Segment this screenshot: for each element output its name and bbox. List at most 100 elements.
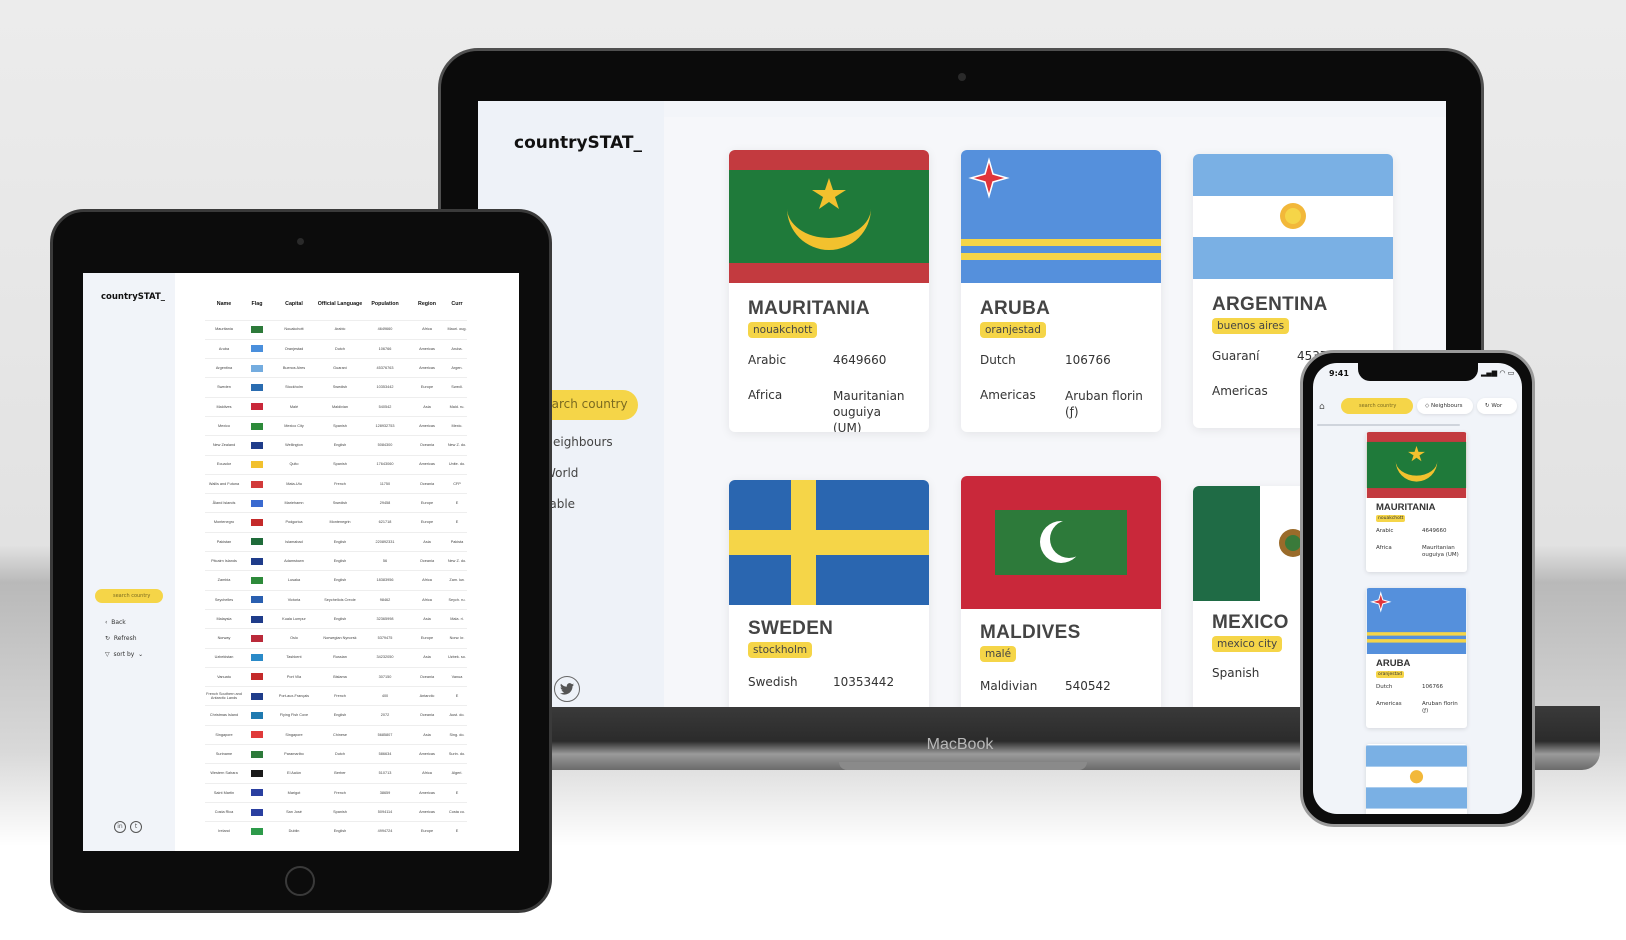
- table-row[interactable]: Costa Rica San José Spanish 5094114 Americas…: [205, 801, 467, 822]
- table-row[interactable]: Western Sahara El Aaiún Berber 510713 Africa…: [205, 763, 467, 784]
- table-row[interactable]: New Zealand Wellington English 5084300 Ocean…: [205, 435, 467, 456]
- table-row[interactable]: Pitcairn Islands Adamstown English 56 Oceani…: [205, 551, 467, 571]
- column-header[interactable]: Name: [205, 289, 243, 320]
- app-logo[interactable]: countrySTAT_: [101, 292, 165, 302]
- scroll-indicator: [1317, 424, 1460, 426]
- flag-icon: [251, 499, 263, 507]
- column-header[interactable]: Region: [407, 289, 447, 320]
- table-cell: Flying Fish Cove: [271, 705, 317, 726]
- search-input[interactable]: search country: [1341, 398, 1413, 414]
- language: Dutch: [980, 353, 1016, 367]
- table-row[interactable]: Ireland Dublin English 4994724 Europe E: [205, 821, 467, 842]
- table-cell: Maldivian: [317, 396, 363, 417]
- column-header[interactable]: Official Language: [317, 289, 363, 320]
- linkedin-icon[interactable]: in: [114, 821, 126, 833]
- table-row[interactable]: Suriname Paramaribo Dutch 586634 Americas Sur…: [205, 744, 467, 764]
- country-card-aruba[interactable]: ARUBA oranjestad Dutch 106766 Americas A…: [1366, 588, 1467, 728]
- column-header[interactable]: Population: [363, 289, 407, 320]
- language: Guaraní: [1212, 349, 1260, 363]
- language: Maldivian: [980, 679, 1038, 693]
- world-label: Wor: [1491, 403, 1503, 409]
- country-card-mauritania[interactable]: MAURITANIA nouakchott Arabic 4649660 Afr…: [1366, 432, 1467, 572]
- table-row[interactable]: Singapore Singapore Chinese 5685807 Asia Sing…: [205, 724, 467, 745]
- neighbours-button[interactable]: ◇ Neighbours: [1417, 398, 1473, 414]
- table-cell: English: [317, 531, 363, 552]
- flag-cell: [243, 686, 271, 706]
- country-card-sweden[interactable]: SWEDEN stockholm Swedish 10353442: [729, 480, 929, 707]
- table-row[interactable]: Argentina Buenos Aires Guaraní 45376763 Amer…: [205, 358, 467, 378]
- flag-icon: [251, 384, 263, 392]
- country-card-aruba[interactable]: ARUBA oranjestad Dutch 106766 Americas A…: [961, 150, 1161, 432]
- table-row[interactable]: Åland Islands Mariehamn Swedish 29458 Europe…: [205, 493, 467, 513]
- table-row[interactable]: Aruba Oranjestad Dutch 106766 Americas Aruba.: [205, 338, 467, 359]
- table-row[interactable]: Malaysia Kuala Lumpur English 32365998 Asia M…: [205, 608, 467, 629]
- table-cell: Americas: [407, 358, 447, 378]
- table-cell: 220892331: [363, 531, 407, 552]
- back-button[interactable]: ‹ Back: [105, 619, 126, 626]
- table-cell: English: [317, 608, 363, 629]
- search-input[interactable]: search country: [95, 589, 163, 603]
- table-cell: Port Vila: [271, 666, 317, 687]
- column-header[interactable]: Curr: [447, 289, 467, 320]
- capital-badge: stockholm: [748, 642, 813, 658]
- table-cell: Zambia: [205, 570, 243, 591]
- country-card-maldives[interactable]: MALDIVES malé Maldivian 540542: [961, 476, 1161, 707]
- table-cell: Asia: [407, 724, 447, 745]
- table-row[interactable]: Wallis and Futuna Mata-Utu French 11750 Ocea…: [205, 473, 467, 494]
- country-card-argentina[interactable]: [1366, 744, 1467, 814]
- sort-dropdown[interactable]: ▽ sort by ⌄: [105, 651, 143, 658]
- table-cell: 18383956: [363, 570, 407, 591]
- table-cell: Dublin: [271, 821, 317, 842]
- neighbours-label: Neighbours: [1430, 403, 1463, 409]
- laptop-camera: [958, 73, 966, 81]
- twitter-icon[interactable]: [554, 676, 580, 702]
- table-row[interactable]: Sweden Stockholm Swedish 10353442 Europe Swed…: [205, 377, 467, 398]
- table-cell: Africa: [407, 763, 447, 784]
- table-cell: Mald. ru.: [447, 396, 467, 417]
- table-cell: Seych. ru.: [447, 589, 467, 610]
- table-cell: 2072: [363, 705, 407, 726]
- country-name: ARGENTINA: [1212, 294, 1328, 315]
- table-cell: E: [447, 782, 467, 803]
- table-row[interactable]: Montenegro Podgorica Montenegrin 621718 Euro…: [205, 512, 467, 533]
- table-row[interactable]: Mexico Mexico City Spanish 128932753 America…: [205, 415, 467, 436]
- country-card-mauritania[interactable]: MAURITANIA nouakchott Arabic 4649660 Afr…: [729, 150, 929, 432]
- table-row[interactable]: Ecuador Quito Spanish 17643060 Americas Unite…: [205, 454, 467, 475]
- table-cell: Mexic.: [447, 415, 467, 436]
- twitter-icon[interactable]: t: [130, 821, 142, 833]
- table-row[interactable]: Maldives Malé Maldivian 540542 Asia Mald. ru.: [205, 396, 467, 417]
- table-row[interactable]: Uzbekistan Tashkent Russian 34232050 Asia Uzb…: [205, 647, 467, 668]
- home-icon[interactable]: ⌂: [1319, 402, 1331, 414]
- table-cell: Malaysia: [205, 608, 243, 629]
- refresh-button[interactable]: ↻ Refresh: [105, 635, 137, 642]
- table-cell: Europe: [407, 821, 447, 842]
- table-cell: Aruba.: [447, 338, 467, 359]
- flag-icon: [251, 789, 263, 797]
- table-cell: Unite. do.: [447, 454, 467, 475]
- table-cell: Arabic: [317, 319, 363, 340]
- table-cell: Berber: [317, 763, 363, 784]
- flag-icon: [251, 557, 263, 565]
- nav-item-neighbours[interactable]: Neighbours: [544, 435, 613, 449]
- table-row[interactable]: Norway Oslo Norwegian Nynorsk 5379475 Europe…: [205, 628, 467, 649]
- flag-icon: [251, 480, 263, 488]
- table-cell: Surin. do.: [447, 744, 467, 764]
- app-logo[interactable]: countrySTAT_: [514, 133, 642, 153]
- table-row[interactable]: Saint Martin Marigot French 38659 Americas E: [205, 782, 467, 803]
- table-row[interactable]: Christmas Island Flying Fish Cove English 2…: [205, 705, 467, 726]
- table-row[interactable]: Mauritania Nouakchott Arabic 4649660 Africa M…: [205, 319, 467, 340]
- table-row[interactable]: French Southern and Antarctic Lands Port-…: [205, 686, 467, 706]
- table-row[interactable]: Vanuatu Port Vila Bislama 307150 Oceania Vanu…: [205, 666, 467, 687]
- table-cell: 45376763: [363, 358, 407, 378]
- world-button[interactable]: ↻ Wor: [1477, 398, 1517, 414]
- table-cell: Dutch: [317, 744, 363, 764]
- table-row[interactable]: Pakistan Islamabad English 220892331 Asia Pak…: [205, 531, 467, 552]
- table-row[interactable]: Seychelles Victoria Seychellois Creole 9846…: [205, 589, 467, 610]
- table-row[interactable]: Zambia Lusaka English 18383956 Africa Zam. kw…: [205, 570, 467, 591]
- tablet-screen: countrySTAT_ search country ‹ Back ↻ Ref…: [83, 273, 519, 851]
- column-header[interactable]: Flag: [243, 289, 271, 320]
- column-header[interactable]: Capital: [271, 289, 317, 320]
- table-cell: Aruba: [205, 338, 243, 359]
- table-cell: Spanish: [317, 801, 363, 822]
- flag-cell: [243, 493, 271, 513]
